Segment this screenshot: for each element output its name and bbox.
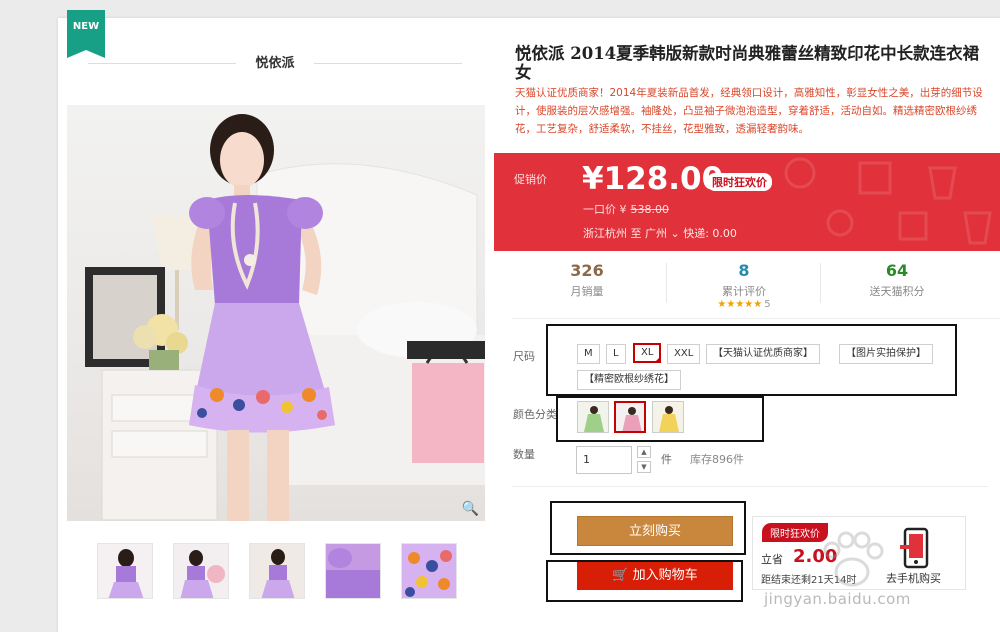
divider bbox=[820, 263, 821, 303]
product-description: 天猫认证优质商家！2014年夏装新品首发，经典领口设计，高雅知性，彰显女性之美，… bbox=[515, 87, 983, 135]
divider bbox=[666, 263, 667, 303]
promo-save-label: 立省 bbox=[761, 553, 783, 566]
original-price: 一口价 ¥538.00 bbox=[583, 201, 669, 217]
thumbnail[interactable] bbox=[249, 543, 305, 599]
thumbnail[interactable] bbox=[97, 543, 153, 599]
size-label: 尺码 bbox=[513, 350, 535, 363]
quantity-input[interactable]: 1 bbox=[576, 446, 632, 474]
shipping-info: 浙江杭州 至 广州 ⌄ 快递: 0.00 bbox=[583, 225, 737, 241]
thumbnail[interactable] bbox=[173, 543, 229, 599]
thumbnail[interactable] bbox=[325, 543, 381, 599]
mobile-buy-label: 去手机购买 bbox=[886, 572, 941, 585]
reviews-label: 累计评价 bbox=[722, 285, 766, 298]
sales-stats: 326 月销量 8 累计评价 ★★★★★ 5 64 送天猫积分 bbox=[512, 261, 1000, 319]
annotation-box bbox=[546, 324, 957, 396]
limited-time-tag: 限时狂欢价 bbox=[707, 173, 772, 191]
ship-from: 浙江杭州 bbox=[583, 227, 627, 240]
rating-value: 5 bbox=[764, 299, 771, 310]
divider bbox=[314, 63, 462, 64]
monthly-sales-label: 月销量 bbox=[570, 285, 604, 298]
new-badge: NEW bbox=[67, 10, 105, 58]
annotation-box bbox=[546, 560, 743, 602]
color-label: 颜色分类 bbox=[513, 408, 557, 421]
original-price-value: 538.00 bbox=[630, 203, 670, 216]
promo-price: ¥128.00 bbox=[582, 161, 724, 197]
monthly-sales-num: 326 bbox=[570, 261, 604, 280]
quantity-label: 数量 bbox=[513, 448, 535, 461]
points-label: 送天猫积分 bbox=[869, 285, 925, 298]
thumbnail-strip bbox=[97, 543, 457, 599]
shop-name-header: 悦依派 bbox=[88, 52, 462, 72]
chevron-down-icon: ⌄ bbox=[670, 227, 680, 240]
annotation-box bbox=[556, 396, 764, 442]
stock-count: 库存896件 bbox=[690, 453, 744, 466]
thumbnail[interactable] bbox=[401, 543, 457, 599]
price-panel: 促销价 ¥128.00 限时狂欢价 一口价 ¥538.00 浙江杭州 至 广州 … bbox=[494, 153, 1000, 251]
watermark-paw-icon bbox=[823, 531, 884, 587]
original-price-label: 一口价 ¥ bbox=[583, 203, 627, 216]
phone-icon bbox=[900, 527, 929, 569]
total-reviews[interactable]: 8 累计评价 ★★★★★ 5 bbox=[669, 261, 819, 310]
reviews-num: 8 bbox=[738, 261, 750, 280]
shop-name[interactable]: 悦依派 bbox=[88, 52, 462, 71]
star-icons: ★★★★★ bbox=[717, 299, 763, 310]
quantity-decrease[interactable]: ▼ bbox=[637, 461, 651, 473]
quantity-increase[interactable]: ▲ bbox=[637, 446, 651, 458]
zoom-icon[interactable]: 🔍 bbox=[462, 501, 479, 517]
shipping-fee: 快递: 0.00 bbox=[683, 227, 737, 240]
divider bbox=[512, 486, 988, 487]
ship-to-value: 广州 bbox=[645, 227, 667, 240]
main-product-image[interactable]: 🔍 bbox=[67, 105, 485, 521]
watermark-text: jingyan.baidu.com bbox=[764, 590, 911, 608]
product-title: 悦依派 2014夏季韩版新款时尚典雅蕾丝精致印花中长款连衣裙 女 bbox=[515, 44, 980, 82]
annotation-box bbox=[550, 501, 746, 555]
decorative-pattern bbox=[784, 157, 992, 245]
ship-to-word: 至 bbox=[630, 227, 642, 240]
ship-to-select[interactable]: 广州 ⌄ bbox=[645, 227, 680, 240]
points-num: 64 bbox=[885, 261, 909, 280]
rating-stars: ★★★★★ 5 bbox=[669, 299, 819, 310]
monthly-sales: 326 月销量 bbox=[512, 261, 662, 309]
quantity-unit: 件 bbox=[661, 453, 672, 466]
tmall-points: 64 送天猫积分 bbox=[822, 261, 972, 309]
price-label: 促销价 bbox=[514, 173, 547, 186]
